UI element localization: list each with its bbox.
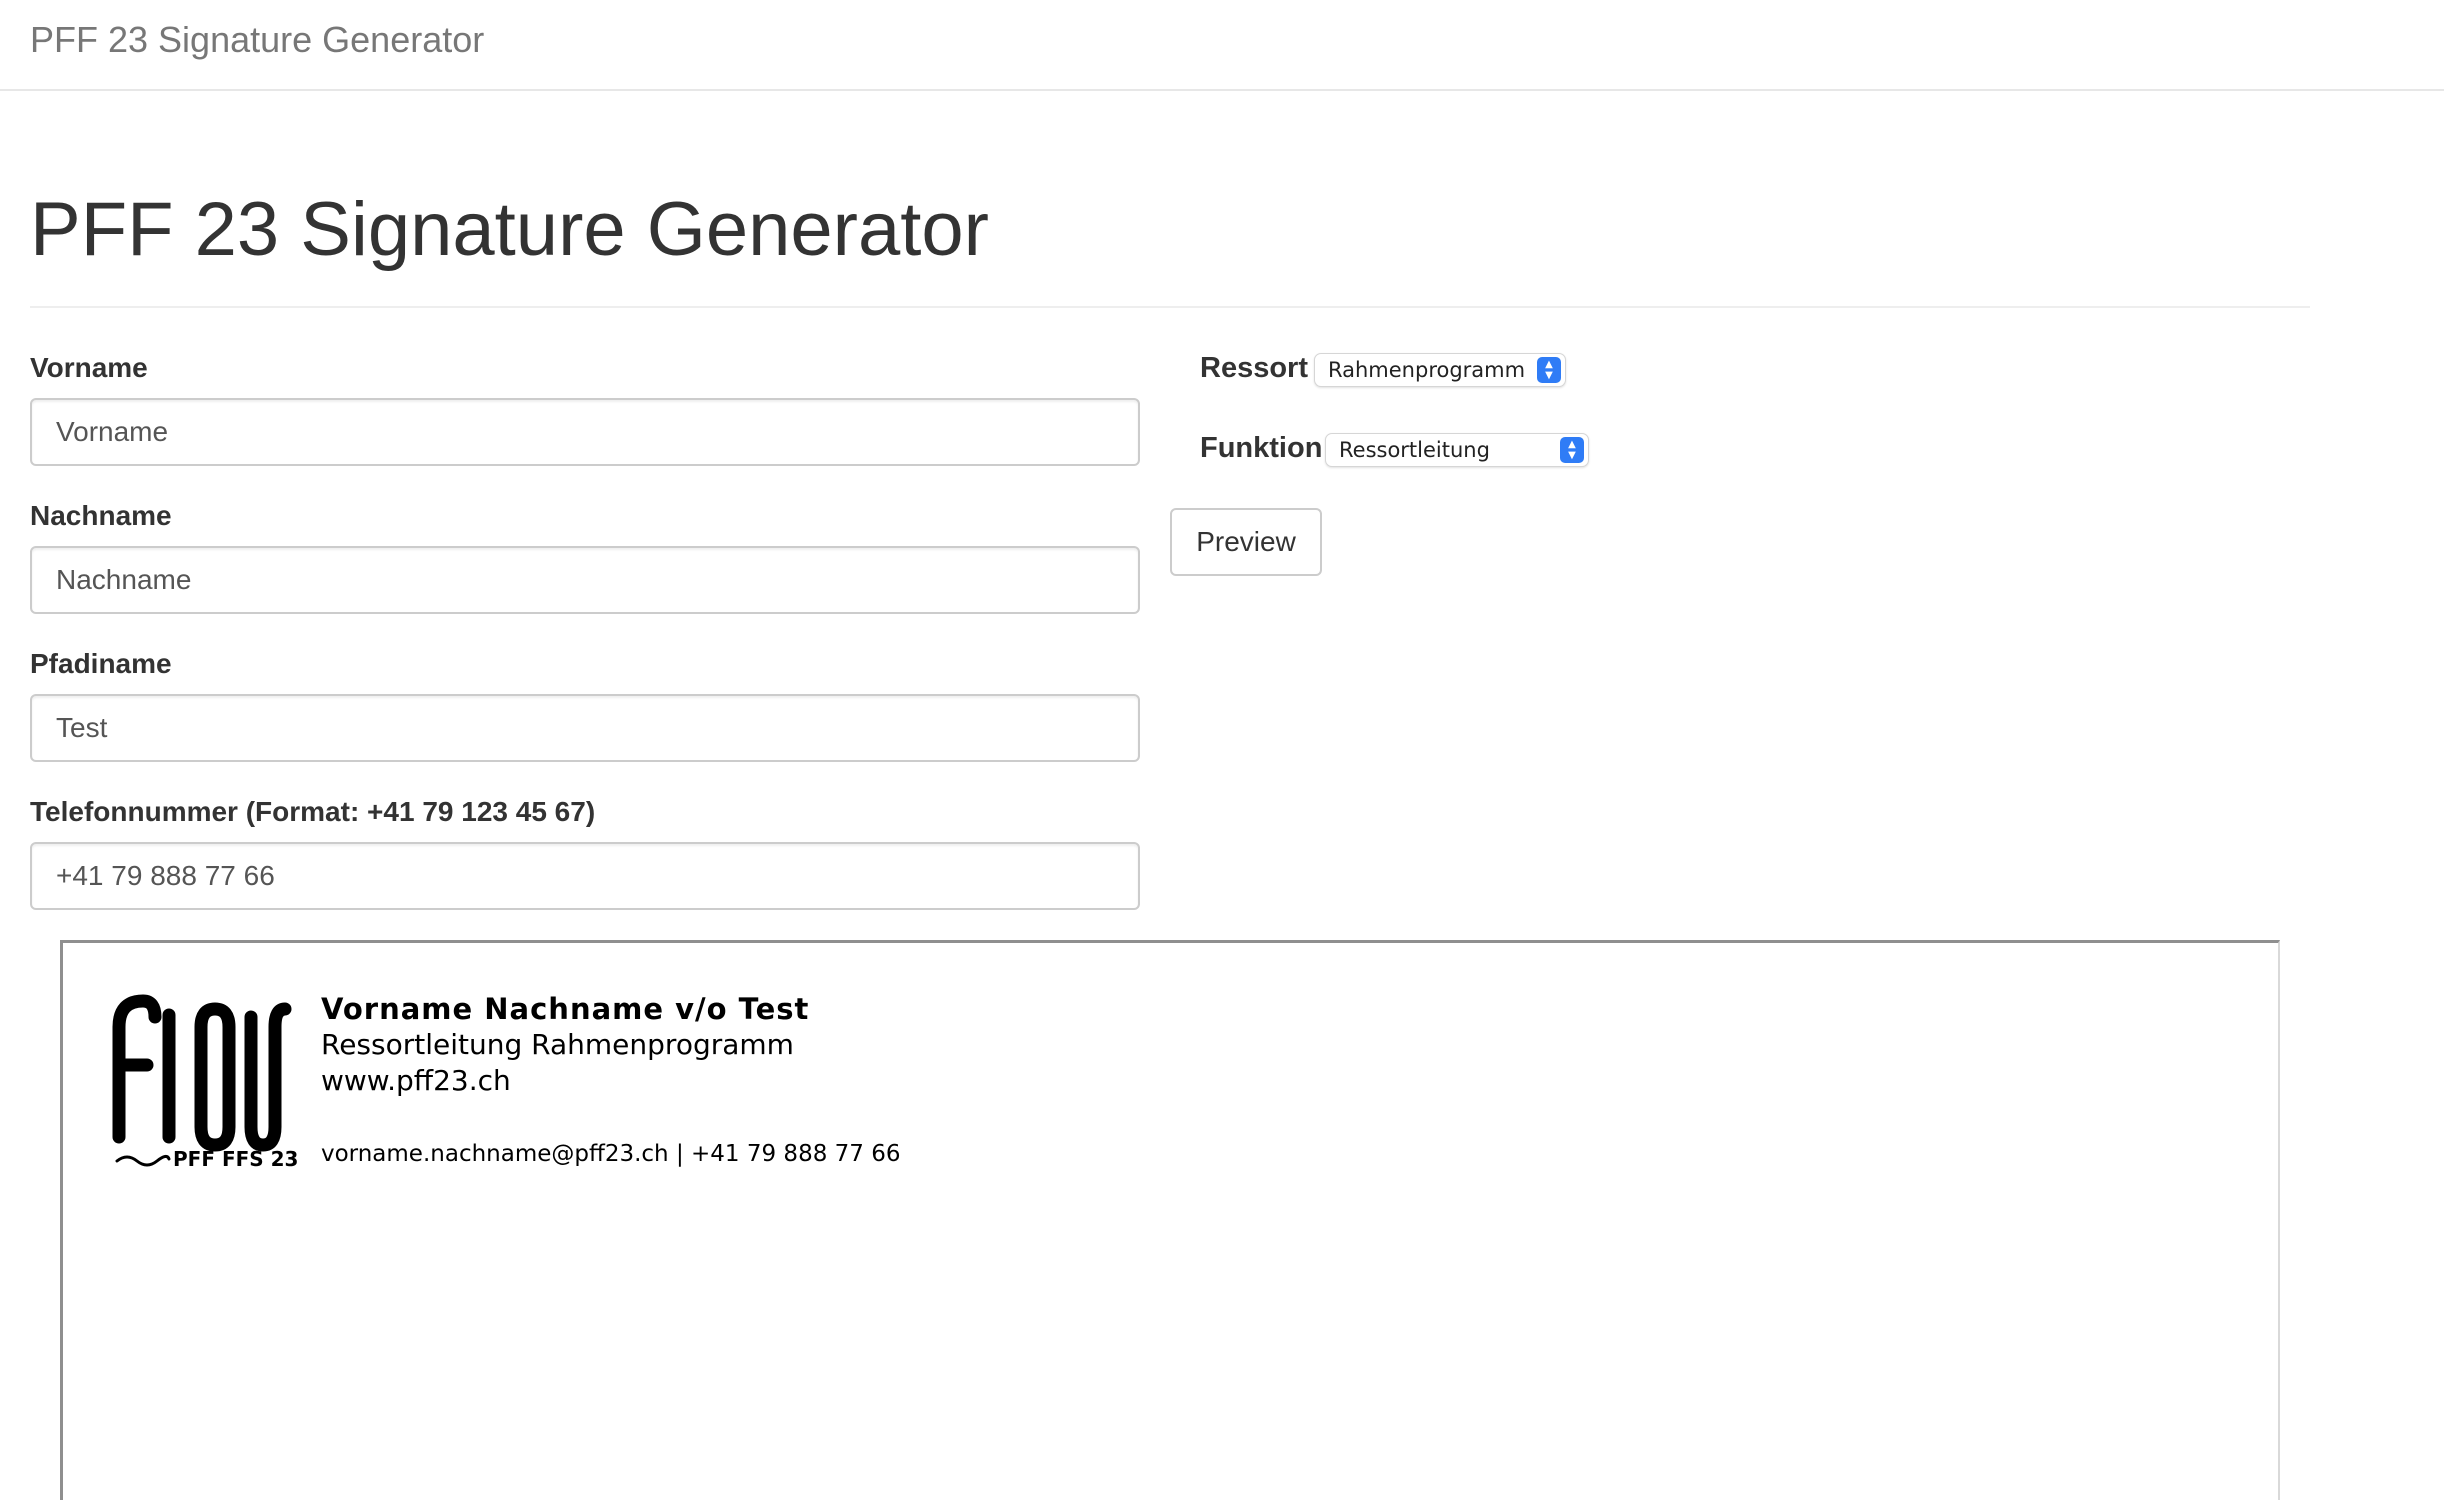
preview-button[interactable]: Preview (1170, 508, 1322, 576)
select-arrows-icon: ▲ ▼ (1537, 357, 1561, 383)
logo-caption: PFF FFS 23 (173, 1147, 299, 1171)
ressort-select[interactable]: Rahmenprogramm ▲ ▼ (1314, 353, 1566, 387)
pfadiname-label: Pfadiname (30, 648, 172, 679)
nachname-label: Nachname (30, 500, 172, 531)
signature-website[interactable]: www.pff23.ch (321, 1063, 511, 1099)
vorname-label: Vorname (30, 352, 148, 383)
wave-icon (115, 1154, 171, 1167)
vorname-input[interactable] (30, 398, 1140, 466)
funktion-label: Funktion (1200, 432, 1323, 464)
signature-role: Ressortleitung Rahmenprogramm (321, 1028, 794, 1061)
navbar-brand[interactable]: PFF 23 Signature Generator (30, 18, 484, 62)
navbar: PFF 23 Signature Generator (0, 0, 2444, 91)
title-divider (30, 306, 2310, 308)
signature-contact[interactable]: vorname.nachname@pff23.ch | +41 79 888 7… (321, 1139, 901, 1169)
flow-logo-icon (112, 994, 292, 1152)
ressort-selected-value: Rahmenprogramm (1328, 358, 1526, 382)
select-arrows-icon: ▲ ▼ (1560, 437, 1584, 463)
ressort-label: Ressort (1200, 352, 1308, 384)
signature-preview-frame: PFF FFS 23 Vorname Nachname v/o Test Res… (60, 940, 2280, 1500)
funktion-select[interactable]: Ressortleitung ▲ ▼ (1325, 433, 1589, 467)
nachname-input[interactable] (30, 546, 1140, 614)
signature-name: Vorname Nachname v/o Test (321, 992, 810, 1026)
funktion-selected-value: Ressortleitung (1339, 438, 1490, 462)
page-title: PFF 23 Signature Generator (30, 187, 989, 272)
pfadiname-input[interactable] (30, 694, 1140, 762)
telefon-label: Telefonnummer (Format: +41 79 123 45 67) (30, 796, 596, 827)
telefon-input[interactable] (30, 842, 1140, 910)
